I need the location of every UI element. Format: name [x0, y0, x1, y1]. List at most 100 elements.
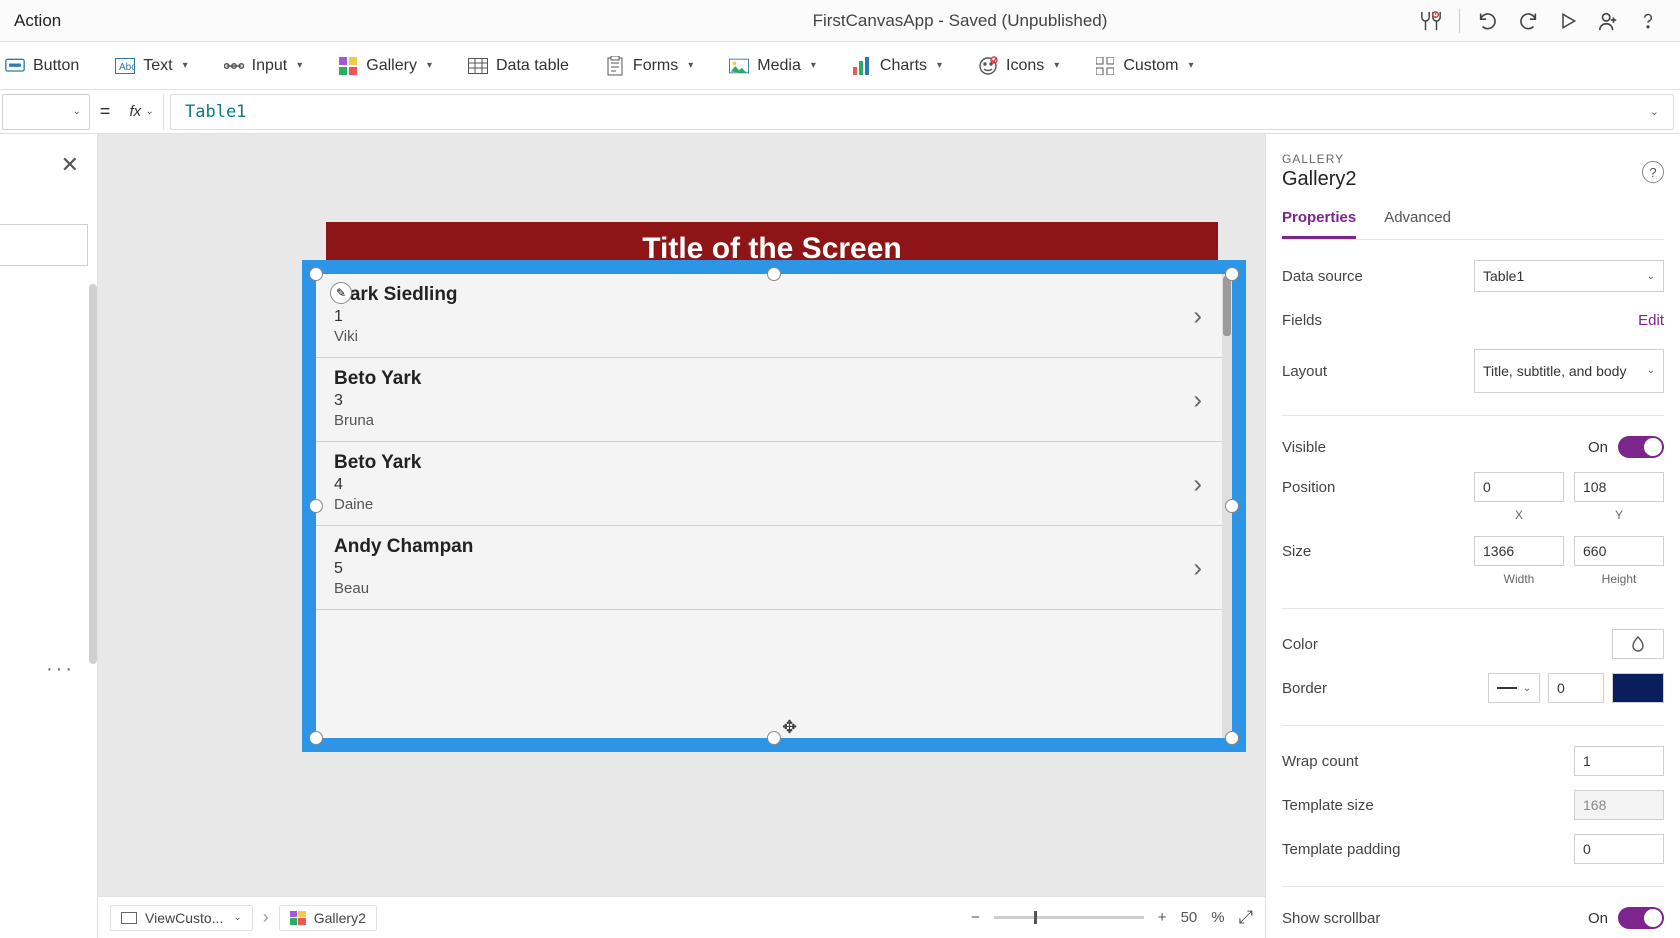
resize-handle-sw[interactable]	[309, 731, 323, 745]
row-body: Bruna	[334, 412, 1214, 429]
datasource-value: Table1	[1483, 268, 1524, 284]
close-icon[interactable]: ✕	[61, 152, 79, 178]
forms-insert[interactable]: Forms ▾	[605, 56, 693, 76]
play-icon[interactable]	[1550, 3, 1586, 39]
layout-dropdown[interactable]: Title, subtitle, and body ⌄	[1474, 349, 1664, 393]
panel-help-icon[interactable]: ?	[1642, 161, 1664, 183]
fx-button[interactable]: fx⌄	[120, 94, 164, 130]
tree-search-box[interactable]	[0, 224, 88, 266]
template-size-input[interactable]: 168	[1574, 790, 1664, 820]
more-icon[interactable]: ···	[46, 658, 75, 681]
help-icon[interactable]	[1630, 3, 1666, 39]
fit-to-screen-icon[interactable]: ⤢	[1239, 907, 1253, 928]
properties-panel: GALLERY Gallery2 ? Properties Advanced D…	[1265, 134, 1680, 938]
resize-handle-w[interactable]	[309, 499, 323, 513]
position-x-input[interactable]: 0	[1474, 472, 1564, 502]
move-cursor-icon: ✥	[782, 717, 797, 738]
chevron-right-icon[interactable]: ›	[1193, 300, 1202, 331]
gallery-row[interactable]: Beto Yark3Bruna›	[316, 358, 1232, 442]
size-label: Size	[1282, 543, 1311, 560]
zoom-out-icon[interactable]: −	[971, 909, 980, 926]
insert-ribbon: Button Abc Text ▾ Input ▾ Gallery ▾ Data…	[0, 42, 1680, 90]
row-body: Beau	[334, 580, 1214, 597]
chevron-right-icon[interactable]: ›	[1193, 552, 1202, 583]
app-checker-icon[interactable]	[1413, 3, 1449, 39]
chevron-down-icon: ▾	[183, 60, 188, 71]
icons-insert[interactable]: Icons ▾	[978, 56, 1059, 76]
chevron-right-icon[interactable]: ›	[1193, 384, 1202, 415]
resize-handle-n[interactable]	[767, 267, 781, 281]
border-label: Border	[1282, 680, 1327, 697]
expand-formula-icon[interactable]: ⌄	[1650, 105, 1659, 118]
row-title: Beto Yark	[334, 452, 1214, 474]
breadcrumb-control[interactable]: Gallery2	[279, 905, 377, 931]
resize-handle-e[interactable]	[1225, 499, 1239, 513]
breadcrumb-screen-label: ViewCusto...	[145, 910, 223, 926]
chevron-down-icon: ▾	[1054, 60, 1059, 71]
property-dropdown[interactable]: ⌄	[2, 94, 90, 130]
tree-scrollbar[interactable]	[89, 284, 97, 664]
tab-properties[interactable]: Properties	[1282, 209, 1356, 239]
chevron-down-icon: ▾	[688, 60, 693, 71]
chevron-down-icon: ▾	[937, 60, 942, 71]
visible-toggle[interactable]	[1618, 436, 1664, 458]
border-width-input[interactable]: 0	[1548, 673, 1604, 703]
row-title: Mark Siedling	[334, 284, 1214, 306]
gallery-row[interactable]: Andy Champan5Beau›	[316, 526, 1232, 610]
resize-handle-nw[interactable]	[309, 267, 323, 281]
zoom-slider[interactable]	[994, 916, 1144, 919]
input-insert[interactable]: Input ▾	[224, 56, 303, 76]
redo-icon[interactable]	[1510, 3, 1546, 39]
zoom-in-icon[interactable]: +	[1158, 909, 1167, 926]
datatable-insert[interactable]: Data table	[468, 56, 569, 76]
gallery-row[interactable]: Beto Yark4Daine›	[316, 442, 1232, 526]
breadcrumb-screen[interactable]: ViewCusto... ⌄	[110, 905, 253, 931]
position-y-input[interactable]: 108	[1574, 472, 1664, 502]
gallery-list: Mark Siedling1Viki›Beto Yark3Bruna› Beto …	[316, 274, 1232, 610]
resize-handle-se[interactable]	[1225, 731, 1239, 745]
fields-edit-link[interactable]: Edit	[1638, 312, 1664, 329]
wrap-count-label: Wrap count	[1282, 753, 1358, 770]
show-scrollbar-value: On	[1588, 910, 1608, 927]
color-picker[interactable]	[1612, 629, 1664, 659]
media-insert[interactable]: Media ▾	[729, 56, 816, 76]
charts-icon	[852, 56, 872, 76]
color-label: Color	[1282, 636, 1318, 653]
show-scrollbar-toggle[interactable]	[1618, 907, 1664, 929]
edit-template-icon[interactable]: ✎	[330, 282, 352, 304]
action-menu[interactable]: Action	[0, 11, 75, 31]
visible-value: On	[1588, 439, 1608, 456]
row-subtitle: 5	[334, 560, 1214, 578]
charts-insert[interactable]: Charts ▾	[852, 56, 942, 76]
zoom-unit: %	[1211, 909, 1224, 926]
custom-insert[interactable]: Custom ▾	[1095, 56, 1193, 76]
formula-input[interactable]: Table1 ⌄	[170, 94, 1674, 130]
resize-handle-s[interactable]	[767, 731, 781, 745]
canvas[interactable]: Title of the Screen Mark Siedling1Viki›B…	[98, 134, 1265, 896]
wrap-count-input[interactable]: 1	[1574, 746, 1664, 776]
template-padding-input[interactable]: 0	[1574, 834, 1664, 864]
border-style-dropdown[interactable]: ⌄	[1488, 673, 1540, 703]
size-width-input[interactable]: 1366	[1474, 536, 1564, 566]
gallery-row[interactable]: Mark Siedling1Viki›	[316, 274, 1232, 358]
row-subtitle: 4	[334, 476, 1214, 494]
y-sublabel: Y	[1574, 508, 1664, 522]
gallery-scroll-thumb[interactable]	[1223, 276, 1231, 336]
border-color-picker[interactable]	[1612, 673, 1664, 703]
gallery-insert[interactable]: Gallery ▾	[338, 56, 432, 76]
gallery-selection[interactable]: Mark Siedling1Viki›Beto Yark3Bruna› Beto …	[302, 260, 1246, 752]
resize-handle-ne[interactable]	[1225, 267, 1239, 281]
breadcrumb-bar: ViewCusto... ⌄ › Gallery2 − + 50 % ⤢	[98, 896, 1265, 938]
control-name[interactable]: Gallery2	[1282, 168, 1664, 191]
undo-icon[interactable]	[1470, 3, 1506, 39]
size-height-input[interactable]: 660	[1574, 536, 1664, 566]
height-sublabel: Height	[1574, 572, 1664, 586]
chevron-down-icon: ▾	[811, 60, 816, 71]
datasource-dropdown[interactable]: Table1 ⌄	[1474, 260, 1664, 292]
button-insert[interactable]: Button	[5, 56, 79, 76]
tab-advanced[interactable]: Advanced	[1384, 209, 1451, 239]
panel-kicker: GALLERY	[1282, 152, 1664, 166]
text-insert[interactable]: Abc Text ▾	[115, 56, 187, 76]
chevron-right-icon[interactable]: ›	[1193, 468, 1202, 499]
share-icon[interactable]	[1590, 3, 1626, 39]
